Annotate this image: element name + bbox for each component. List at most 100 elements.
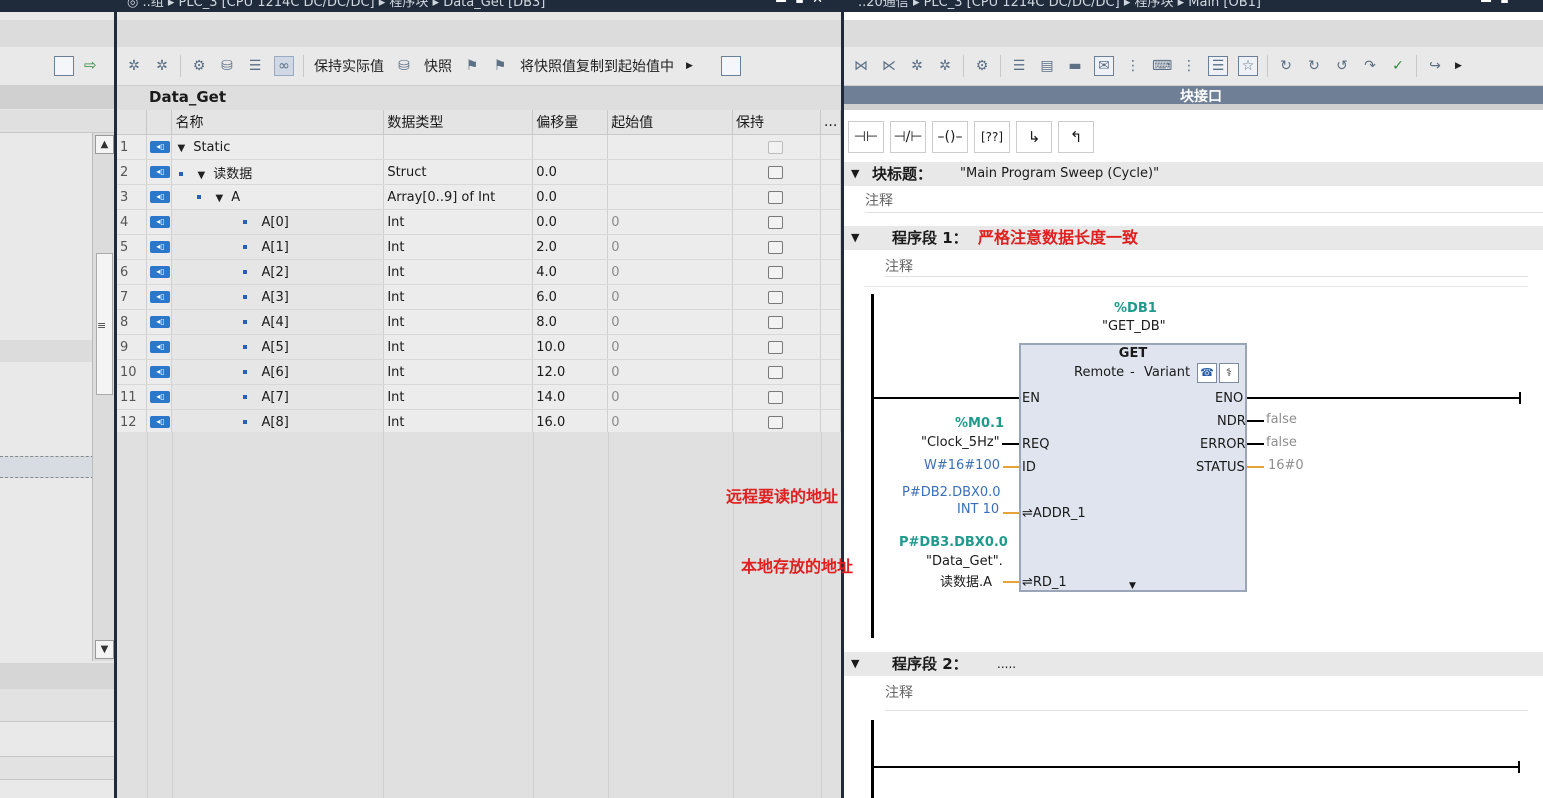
scroll-up-icon[interactable]: ▲ <box>95 135 114 154</box>
monitor-off-icon[interactable]: ↻ <box>1305 57 1323 75</box>
row-extra[interactable] <box>820 309 841 335</box>
retain-checkbox[interactable] <box>768 290 784 304</box>
row-offset[interactable] <box>532 134 609 160</box>
empty-box-icon[interactable]: [??] <box>974 121 1010 153</box>
more-arrow-icon[interactable]: ▶ <box>1455 61 1462 71</box>
row-datatype[interactable]: Struct <box>383 159 534 185</box>
row-name[interactable]: A[8] <box>171 409 385 435</box>
col-offset-header[interactable]: 偏移量 <box>532 110 609 135</box>
absolute-address-icon[interactable]: ⋮ <box>1124 57 1142 75</box>
row-retain[interactable] <box>732 309 821 335</box>
addr1-length[interactable]: INT 10 <box>957 502 999 517</box>
close-branch-icon[interactable]: ↰ <box>1058 121 1094 153</box>
left-bottom-row[interactable] <box>0 756 114 780</box>
rd1-tag-line2[interactable]: 读数据.A <box>940 571 992 590</box>
rd1-tag-line1[interactable]: "Data_Get". <box>926 554 1003 569</box>
row-start-value[interactable]: 0 <box>607 284 734 310</box>
window-controls-icon[interactable]: ▬▪✕ <box>775 0 831 6</box>
keep-actual-button[interactable]: 保持实际值 <box>314 56 384 76</box>
table-row[interactable]: 9 ◂▯ A[5] Int 10.0 0 <box>117 334 841 360</box>
row-offset[interactable]: 0.0 <box>532 159 609 185</box>
open-all-icon[interactable]: ▤ <box>1038 57 1056 75</box>
row-offset[interactable]: 0.0 <box>532 184 609 210</box>
row-retain[interactable] <box>732 334 821 360</box>
row-offset[interactable]: 0.0 <box>532 209 609 235</box>
row-name[interactable]: A[7] <box>171 384 385 410</box>
get-function-block[interactable]: GET Remote - Variant ☎ ⚕ EN ENO REQ NDR … <box>1019 343 1247 592</box>
col-name-header[interactable]: 名称 <box>171 110 385 135</box>
row-offset[interactable]: 4.0 <box>532 259 609 285</box>
table-row[interactable]: 4 ◂▯ A[0] Int 0.0 0 <box>117 209 841 235</box>
row-retain[interactable] <box>732 284 821 310</box>
retain-checkbox[interactable] <box>768 315 784 329</box>
retain-checkbox[interactable] <box>768 340 784 354</box>
copy-snapshot-button[interactable]: 将快照值复制到起始值中 <box>520 56 674 76</box>
ladder-window-controls-icon[interactable]: ▬▪ <box>1480 0 1517 6</box>
table-view-icon[interactable] <box>54 56 74 76</box>
table-row[interactable]: 11 ◂▯ A[7] Int 14.0 0 <box>117 384 841 410</box>
table-row[interactable]: 10 ◂▯ A[6] Int 12.0 0 <box>117 359 841 385</box>
row-start-value[interactable] <box>607 159 734 185</box>
row-extra[interactable] <box>820 159 841 185</box>
expand-toggle-icon[interactable]: ▼ <box>215 193 223 204</box>
compile-icon[interactable]: ✓ <box>1389 57 1407 75</box>
row-name[interactable]: A[1] <box>171 234 385 260</box>
row-retain[interactable] <box>732 234 821 260</box>
row-extra[interactable] <box>820 409 841 435</box>
row-datatype[interactable]: Int <box>383 334 534 360</box>
interface-bar[interactable]: 块接口 <box>844 86 1543 105</box>
retain-checkbox[interactable] <box>768 365 784 379</box>
download-icon[interactable]: ↷ <box>1361 57 1379 75</box>
row-retain[interactable] <box>732 259 821 285</box>
network-1-title[interactable]: 严格注意数据长度一致 <box>978 226 1138 250</box>
col-retain-header[interactable]: 保持 <box>732 110 821 135</box>
error-value[interactable]: false <box>1266 435 1297 450</box>
row-extra[interactable] <box>820 359 841 385</box>
row-name[interactable]: A[2] <box>171 259 385 285</box>
comment-icon[interactable]: ✉ <box>1094 56 1114 76</box>
row-extra[interactable] <box>820 334 841 360</box>
expand-toggle-icon[interactable]: ▼ <box>177 143 185 154</box>
row-datatype[interactable]: Int <box>383 259 534 285</box>
refresh-icon[interactable]: ↺ <box>1333 57 1351 75</box>
left-bottom-row[interactable] <box>0 689 114 722</box>
en-rung[interactable] <box>871 397 1019 399</box>
row-extra[interactable] <box>820 134 841 160</box>
table-row[interactable]: 5 ◂▯ A[1] Int 2.0 0 <box>117 234 841 260</box>
retain-checkbox[interactable] <box>768 165 784 179</box>
table-row[interactable]: 8 ◂▯ A[4] Int 8.0 0 <box>117 309 841 335</box>
row-start-value[interactable]: 0 <box>607 234 734 260</box>
fb-variant-label[interactable]: Variant <box>1144 365 1190 380</box>
row-retain[interactable] <box>732 159 821 185</box>
row-extra[interactable] <box>820 234 841 260</box>
snapshot-copy-icon[interactable]: ⚑ <box>491 57 509 75</box>
col-start-header[interactable]: 起始值 <box>607 110 734 135</box>
favorites-star-icon[interactable]: ☆ <box>1238 56 1258 76</box>
insert-row-icon[interactable]: ✲ <box>908 57 926 75</box>
normally-closed-contact-icon[interactable]: ⊣/⊢ <box>890 121 926 153</box>
open-branch-icon[interactable]: ↳ <box>1016 121 1052 153</box>
network-2-title[interactable]: ..... <box>997 652 1016 676</box>
layout-icon[interactable] <box>720 56 741 76</box>
row-datatype[interactable]: Int <box>383 409 534 435</box>
row-name[interactable]: A[3] <box>171 284 385 310</box>
row-name[interactable]: A[5] <box>171 334 385 360</box>
row-extra[interactable] <box>820 384 841 410</box>
tag-list-icon[interactable]: ⋮ <box>1180 57 1198 75</box>
req-address[interactable]: %M0.1 <box>955 416 1004 431</box>
row-name[interactable]: A[6] <box>171 359 385 385</box>
row-datatype[interactable]: Int <box>383 234 534 260</box>
row-start-value[interactable]: 0 <box>607 259 734 285</box>
col-more-header[interactable]: ... <box>820 110 841 135</box>
row-offset[interactable]: 6.0 <box>532 284 609 310</box>
row-retain[interactable] <box>732 384 821 410</box>
instance-db-address[interactable]: %DB1 <box>1114 301 1157 316</box>
goto-icon[interactable]: ↪ <box>1426 57 1444 75</box>
block-title-bar[interactable]: ▼ 块标题： "Main Program Sweep (Cycle)" <box>844 162 1543 186</box>
export-icon[interactable]: ⇨ <box>84 56 102 74</box>
collapse-icon[interactable]: ▼ <box>851 162 859 186</box>
row-retain[interactable] <box>732 409 821 435</box>
symbol-info-icon[interactable]: ⌨ <box>1152 57 1172 75</box>
snapshot-icon[interactable]: ⚑ <box>463 57 481 75</box>
diagnostics-icon[interactable]: ⚕ <box>1219 363 1239 383</box>
